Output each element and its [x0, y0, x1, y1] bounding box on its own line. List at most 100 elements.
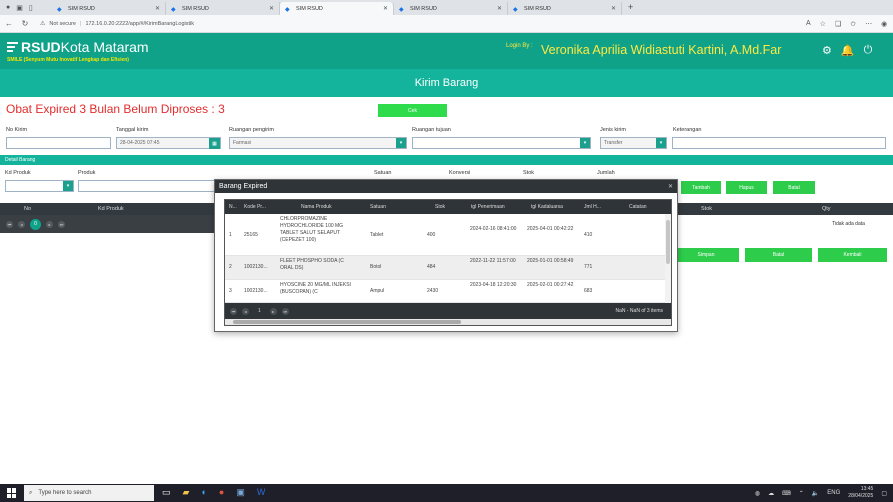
kembali-button[interactable]: Kembali	[818, 248, 887, 262]
tanggal-kirim-input[interactable]: 28-04-2025 07:45 ▦	[116, 137, 221, 149]
browser-tab-3[interactable]: ◆ SIM RSUD ✕	[280, 2, 394, 15]
app-logo[interactable]: RSUD Kota Mataram	[7, 39, 149, 55]
browser-window-controls: ● ▣ ▯	[0, 0, 52, 15]
last-page-icon[interactable]: ⏭	[58, 220, 65, 228]
prev-page-icon[interactable]: ◂	[242, 307, 249, 315]
file-explorer-icon[interactable]: ▰	[183, 487, 190, 498]
cell-stok: 400	[427, 232, 436, 238]
cell-tgl-terima: 2024-02-16 08:41:00	[470, 226, 517, 232]
last-page-icon[interactable]: ⏭	[281, 307, 289, 315]
tab-label: SIM RSUD	[524, 5, 551, 12]
windows-start-icon[interactable]	[7, 488, 17, 498]
tab-actions-icon[interactable]: ▣	[16, 4, 23, 12]
volume-icon[interactable]: 🔈	[812, 490, 819, 497]
table-row[interactable]: 2 1002130... FLEET PHOSPHO SODA (C ORAL …	[225, 256, 667, 280]
grid-empty-message: Tidak ada data	[832, 221, 865, 227]
keyboard-icon[interactable]: ⌨	[782, 490, 791, 497]
close-icon[interactable]: ✕	[611, 5, 616, 12]
cell-kode: 1002130...	[244, 264, 268, 270]
modal-title-bar: Barang Expired ✕	[215, 180, 677, 193]
app-icon[interactable]: ●	[219, 487, 224, 498]
vertical-tabs-icon[interactable]: ▯	[29, 4, 33, 12]
first-page-icon[interactable]: ⏮	[230, 307, 237, 315]
favorite-star-icon[interactable]: ☆	[820, 20, 826, 28]
produk-input[interactable]	[78, 180, 218, 192]
browser-tab-2[interactable]: ◆ SIM RSUD ✕	[166, 2, 280, 15]
power-icon[interactable]: ⏻	[864, 44, 873, 57]
settings-gear-icon[interactable]: ⚙	[822, 44, 832, 57]
browser-tab-1[interactable]: ◆ SIM RSUD ✕	[52, 2, 166, 15]
more-icon[interactable]: ⋯	[865, 20, 872, 28]
no-kirim-input[interactable]	[6, 137, 111, 149]
first-page-icon[interactable]: ⏮	[6, 220, 13, 228]
tambah-button[interactable]: Tambah	[681, 181, 721, 194]
browser-tab-5[interactable]: ◆ SIM RSUD ✕	[508, 2, 622, 15]
cell-no: 1	[229, 232, 232, 238]
barang-expired-modal: Barang Expired ✕ N... Kode Pr... Nama Pr…	[214, 179, 678, 332]
new-tab-button[interactable]: +	[622, 2, 639, 15]
cell-stok: 484	[427, 264, 436, 270]
profile-icon[interactable]: ●	[6, 4, 10, 11]
browser-address-bar: ← ↻ ⚠ Not secure | 172.16.0.20:2222/app/…	[0, 15, 893, 33]
language-indicator[interactable]: ENG	[827, 490, 840, 496]
notification-bell-icon[interactable]: 🔔	[841, 44, 855, 57]
keterangan-input[interactable]	[672, 137, 886, 149]
windows-taskbar: ⌕ Type here to search ▭ ▰ ◐ ● ▣ W ◍ ☁ ⌨ …	[0, 484, 893, 502]
weather-icon[interactable]: ☁	[768, 490, 774, 497]
back-icon[interactable]: ←	[2, 19, 16, 28]
url-field[interactable]: ⚠ Not secure | 172.16.0.20:2222/app/#/Ki…	[40, 20, 800, 28]
page-info: NaN - NaN of 3 items	[615, 308, 663, 314]
cell-tgl-kadaluarsa: 2025-04-01 00:42:22	[527, 226, 574, 232]
browser-toolbar: A ☆ ❏ ✩ ⋯ ◉	[806, 20, 887, 28]
chevron-down-icon[interactable]: ▾	[580, 138, 590, 148]
table-row[interactable]: 3 1002130... HYOSCINE 20 MG/ML INJEKSI (…	[225, 280, 667, 303]
notification-icon[interactable]: ▢	[881, 490, 887, 497]
cek-button[interactable]: Cek	[378, 104, 447, 117]
chevron-down-icon[interactable]: ▾	[63, 181, 73, 191]
kd-produk-select[interactable]: ▾	[5, 180, 74, 192]
ruangan-tujuan-select[interactable]: ▾	[412, 137, 591, 149]
tray-app-icon[interactable]: ◍	[755, 490, 760, 497]
browser-tab-4[interactable]: ◆ SIM RSUD ✕	[394, 2, 508, 15]
task-view-icon[interactable]: ▭	[162, 487, 171, 498]
taskbar-search[interactable]: ⌕ Type here to search	[24, 485, 154, 501]
ruangan-pengirim-select[interactable]: Farmasi ▾	[229, 137, 407, 149]
app-window-icon[interactable]: ▣	[236, 487, 245, 498]
user-name: Veronika Aprilia Widiastuti Kartini, A.M…	[541, 43, 782, 57]
close-icon[interactable]: ✕	[269, 5, 274, 12]
favorites-icon[interactable]: ✩	[850, 20, 856, 28]
current-page[interactable]: 0	[30, 218, 41, 230]
hapus-button[interactable]: Hapus	[726, 181, 767, 194]
simpan-button[interactable]: Simpan	[673, 248, 739, 262]
next-page-icon[interactable]: ▸	[46, 220, 53, 228]
close-icon[interactable]: ✕	[383, 5, 388, 12]
close-icon[interactable]: ✕	[668, 183, 673, 190]
modal-title: Barang Expired	[219, 183, 268, 190]
jenis-kirim-select[interactable]: Transfer ▾	[600, 137, 667, 149]
batal-detail-button[interactable]: Batal	[773, 181, 815, 194]
refresh-icon[interactable]: ↻	[18, 19, 32, 28]
copilot-icon[interactable]: ◉	[881, 20, 887, 28]
vertical-scrollbar[interactable]	[665, 214, 671, 303]
close-icon[interactable]: ✕	[497, 5, 502, 12]
chevron-down-icon[interactable]: ▾	[656, 138, 666, 148]
col-no: No	[24, 206, 32, 212]
next-page-icon[interactable]: ▸	[269, 307, 277, 315]
close-icon[interactable]: ✕	[155, 5, 160, 12]
collections-icon[interactable]: ❏	[835, 20, 841, 28]
warning-icon: ⚠	[40, 21, 46, 27]
table-row[interactable]: 1 25165 CHLORPROMAZINE HYDROCHLORIDE 100…	[225, 214, 667, 256]
edge-browser-icon[interactable]: ◐	[201, 487, 206, 498]
horizontal-scrollbar[interactable]	[225, 319, 671, 325]
batal-button[interactable]: Batal	[745, 248, 812, 262]
calendar-icon[interactable]: ▦	[209, 138, 220, 149]
clock[interactable]: 13:45 28/04/2025	[848, 486, 873, 500]
chevron-down-icon[interactable]: ▾	[396, 138, 406, 148]
menu-icon	[7, 40, 18, 54]
current-page[interactable]: 1	[254, 308, 265, 314]
prev-page-icon[interactable]: ◂	[18, 220, 25, 228]
word-icon[interactable]: W	[257, 487, 266, 498]
tray-chevron-icon[interactable]: ⌃	[799, 490, 804, 497]
cell-satuan: Ampul	[370, 288, 385, 294]
read-aloud-icon[interactable]: A	[806, 20, 811, 28]
